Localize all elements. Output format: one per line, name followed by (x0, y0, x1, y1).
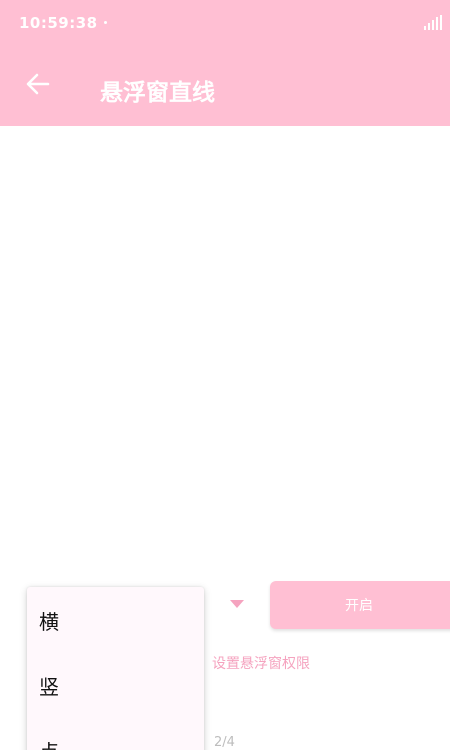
caret-down-icon[interactable] (230, 600, 244, 608)
dropdown-item-dot[interactable]: 点 (39, 737, 189, 750)
dropdown-item-horizontal[interactable]: 横 (39, 607, 189, 637)
dropdown-item-vertical[interactable]: 竖 (39, 672, 189, 702)
notification-dot-icon (104, 21, 107, 24)
page-title: 悬浮窗直线 (100, 80, 215, 106)
signal-icon (424, 15, 442, 30)
status-time: 10:59:38 (19, 14, 98, 32)
start-button-label: 开启 (345, 598, 373, 614)
app-bar: 悬浮窗直线 (0, 46, 450, 126)
permission-settings-link[interactable]: 设置悬浮窗权限 (212, 653, 310, 673)
page-indicator: 2/4 (214, 735, 235, 750)
start-button[interactable]: 开启 (270, 581, 450, 629)
status-bar: 10:59:38 (0, 0, 450, 46)
arrow-left-icon[interactable] (22, 68, 54, 100)
line-type-dropdown-menu: 横 竖 点 (27, 587, 204, 750)
